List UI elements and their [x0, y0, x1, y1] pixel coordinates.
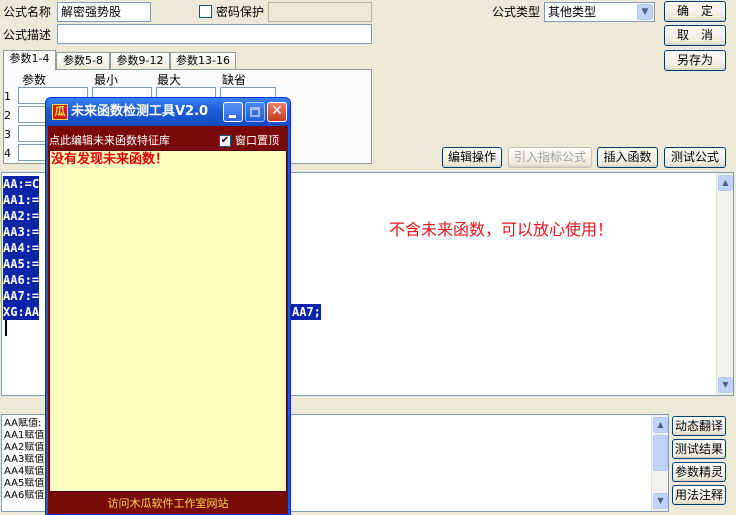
formula-type-value: 其他类型 [548, 5, 597, 19]
edit-feature-library-link[interactable]: 点此编辑未来函数特征库 [49, 134, 170, 148]
param-name-input[interactable] [18, 125, 48, 142]
test-formula-button[interactable]: 测试公式 [664, 147, 726, 168]
tool-title: 未来函数检测工具V2.0 [71, 104, 209, 119]
tab-params-5-8[interactable]: 参数5-8 [56, 52, 110, 70]
close-button[interactable]: ✕ [267, 102, 287, 122]
formula-type-select[interactable]: 其他类型 ▼ [544, 2, 655, 22]
maximize-icon [250, 107, 260, 117]
editor-line: AA5:= [3, 256, 40, 272]
text-cursor [5, 320, 7, 336]
password-input[interactable] [268, 2, 372, 22]
editor-line: XG:AA [3, 304, 40, 320]
import-formula-button[interactable]: 引入指标公式 [508, 147, 592, 168]
test-result-button[interactable]: 测试结果 [672, 439, 726, 459]
cancel-button[interactable]: 取 消 [664, 25, 726, 46]
edit-operation-button[interactable]: 编辑操作 [442, 147, 502, 168]
log-line: AA赋值: [4, 418, 42, 429]
formula-name-label: 公式名称 [3, 5, 52, 19]
tab-params-13-16[interactable]: 参数13-16 [170, 52, 236, 70]
log-line: AA2赋值 [4, 442, 45, 453]
param-header-max: 最大 [157, 73, 182, 87]
param-header-name: 参数 [22, 73, 47, 87]
param-wizard-button[interactable]: 参数精灵 [672, 462, 726, 482]
log-line: AA1赋值 [4, 430, 45, 441]
editor-scrollbar[interactable]: ▲ ▼ [716, 173, 733, 395]
dynamic-translate-button[interactable]: 动态翻译 [672, 416, 726, 436]
param-name-input[interactable] [18, 106, 48, 123]
log-line: AA3赋值 [4, 454, 45, 465]
param-row-number: 3 [4, 128, 11, 141]
chevron-down-icon[interactable]: ▼ [637, 4, 653, 20]
minimize-icon [229, 115, 236, 118]
save-as-button[interactable]: 另存为 [664, 50, 726, 71]
param-header-min: 最小 [94, 73, 119, 87]
param-name-input[interactable] [18, 144, 48, 161]
scroll-up-icon[interactable]: ▲ [718, 175, 733, 191]
editor-line: AA2:= [3, 208, 40, 224]
formula-type-label: 公式类型 [492, 5, 541, 19]
tab-params-1-4[interactable]: 参数1-4 [3, 50, 56, 70]
editor-line-tail: AA7; [290, 304, 321, 320]
tool-body: 点此编辑未来函数特征库 ✔ 窗口置顶 没有发现未来函数！ 访问木瓜软件工作室网站 [48, 126, 288, 514]
insert-function-button[interactable]: 插入函数 [597, 147, 658, 168]
param-row-number: 2 [4, 109, 11, 122]
log-lines: AA赋值: AA1赋值 AA2赋值 AA3赋值 AA4赋值 AA5赋值 AA6赋… [4, 418, 50, 502]
future-function-tool-window: 瓜 未来函数检测工具V2.0 ✕ 点此编辑未来函数特征库 ✔ 窗口置顶 没有发现… [45, 97, 291, 515]
on-top-checkbox[interactable]: ✔ [219, 135, 231, 147]
log-line: AA4赋值 [4, 466, 45, 477]
scroll-down-icon[interactable]: ▼ [718, 377, 733, 393]
tool-titlebar[interactable]: 瓜 未来函数检测工具V2.0 ✕ [46, 98, 290, 126]
editor-line: AA3:= [3, 224, 40, 240]
maximize-button[interactable] [245, 102, 265, 122]
formula-desc-input[interactable] [57, 24, 372, 44]
formula-name-input[interactable]: 解密强势股 [57, 2, 151, 22]
usage-notes-button[interactable]: 用法注释 [672, 485, 726, 505]
on-top-label: 窗口置顶 [235, 134, 279, 147]
visit-website-link[interactable]: 访问木瓜软件工作室网站 [48, 497, 288, 511]
editor-line: AA4:= [3, 240, 40, 256]
password-label: 密码保护 [216, 5, 265, 19]
editor-line: AA7:= [3, 288, 40, 304]
log-scrollbar[interactable]: ▲ ▼ [651, 415, 668, 511]
app-logo-icon: 瓜 [52, 104, 68, 120]
close-icon: ✕ [271, 103, 283, 119]
result-panel: 没有发现未来函数！ [49, 150, 287, 492]
editor-line: AA:=C [3, 176, 40, 192]
editor-line: AA6:= [3, 272, 40, 288]
password-checkbox[interactable] [199, 5, 212, 18]
scroll-up-icon[interactable]: ▲ [653, 417, 668, 433]
param-header-default: 缺省 [222, 73, 247, 87]
scroll-down-icon[interactable]: ▼ [653, 493, 668, 509]
minimize-button[interactable] [223, 102, 243, 122]
editor-line: AA1:= [3, 192, 40, 208]
scroll-thumb[interactable] [653, 435, 668, 471]
param-row-number: 4 [4, 147, 11, 160]
param-row-number: 1 [4, 90, 11, 103]
result-message: 没有发现未来函数！ [51, 152, 169, 167]
safe-annotation: 不含未来函数，可以放心使用！ [389, 220, 614, 239]
log-line: AA6赋值 [4, 490, 45, 501]
formula-desc-label: 公式描述 [3, 28, 52, 42]
log-line: AA5赋值 [4, 478, 45, 489]
confirm-button[interactable]: 确 定 [664, 1, 726, 22]
tab-params-9-12[interactable]: 参数9-12 [110, 52, 170, 70]
